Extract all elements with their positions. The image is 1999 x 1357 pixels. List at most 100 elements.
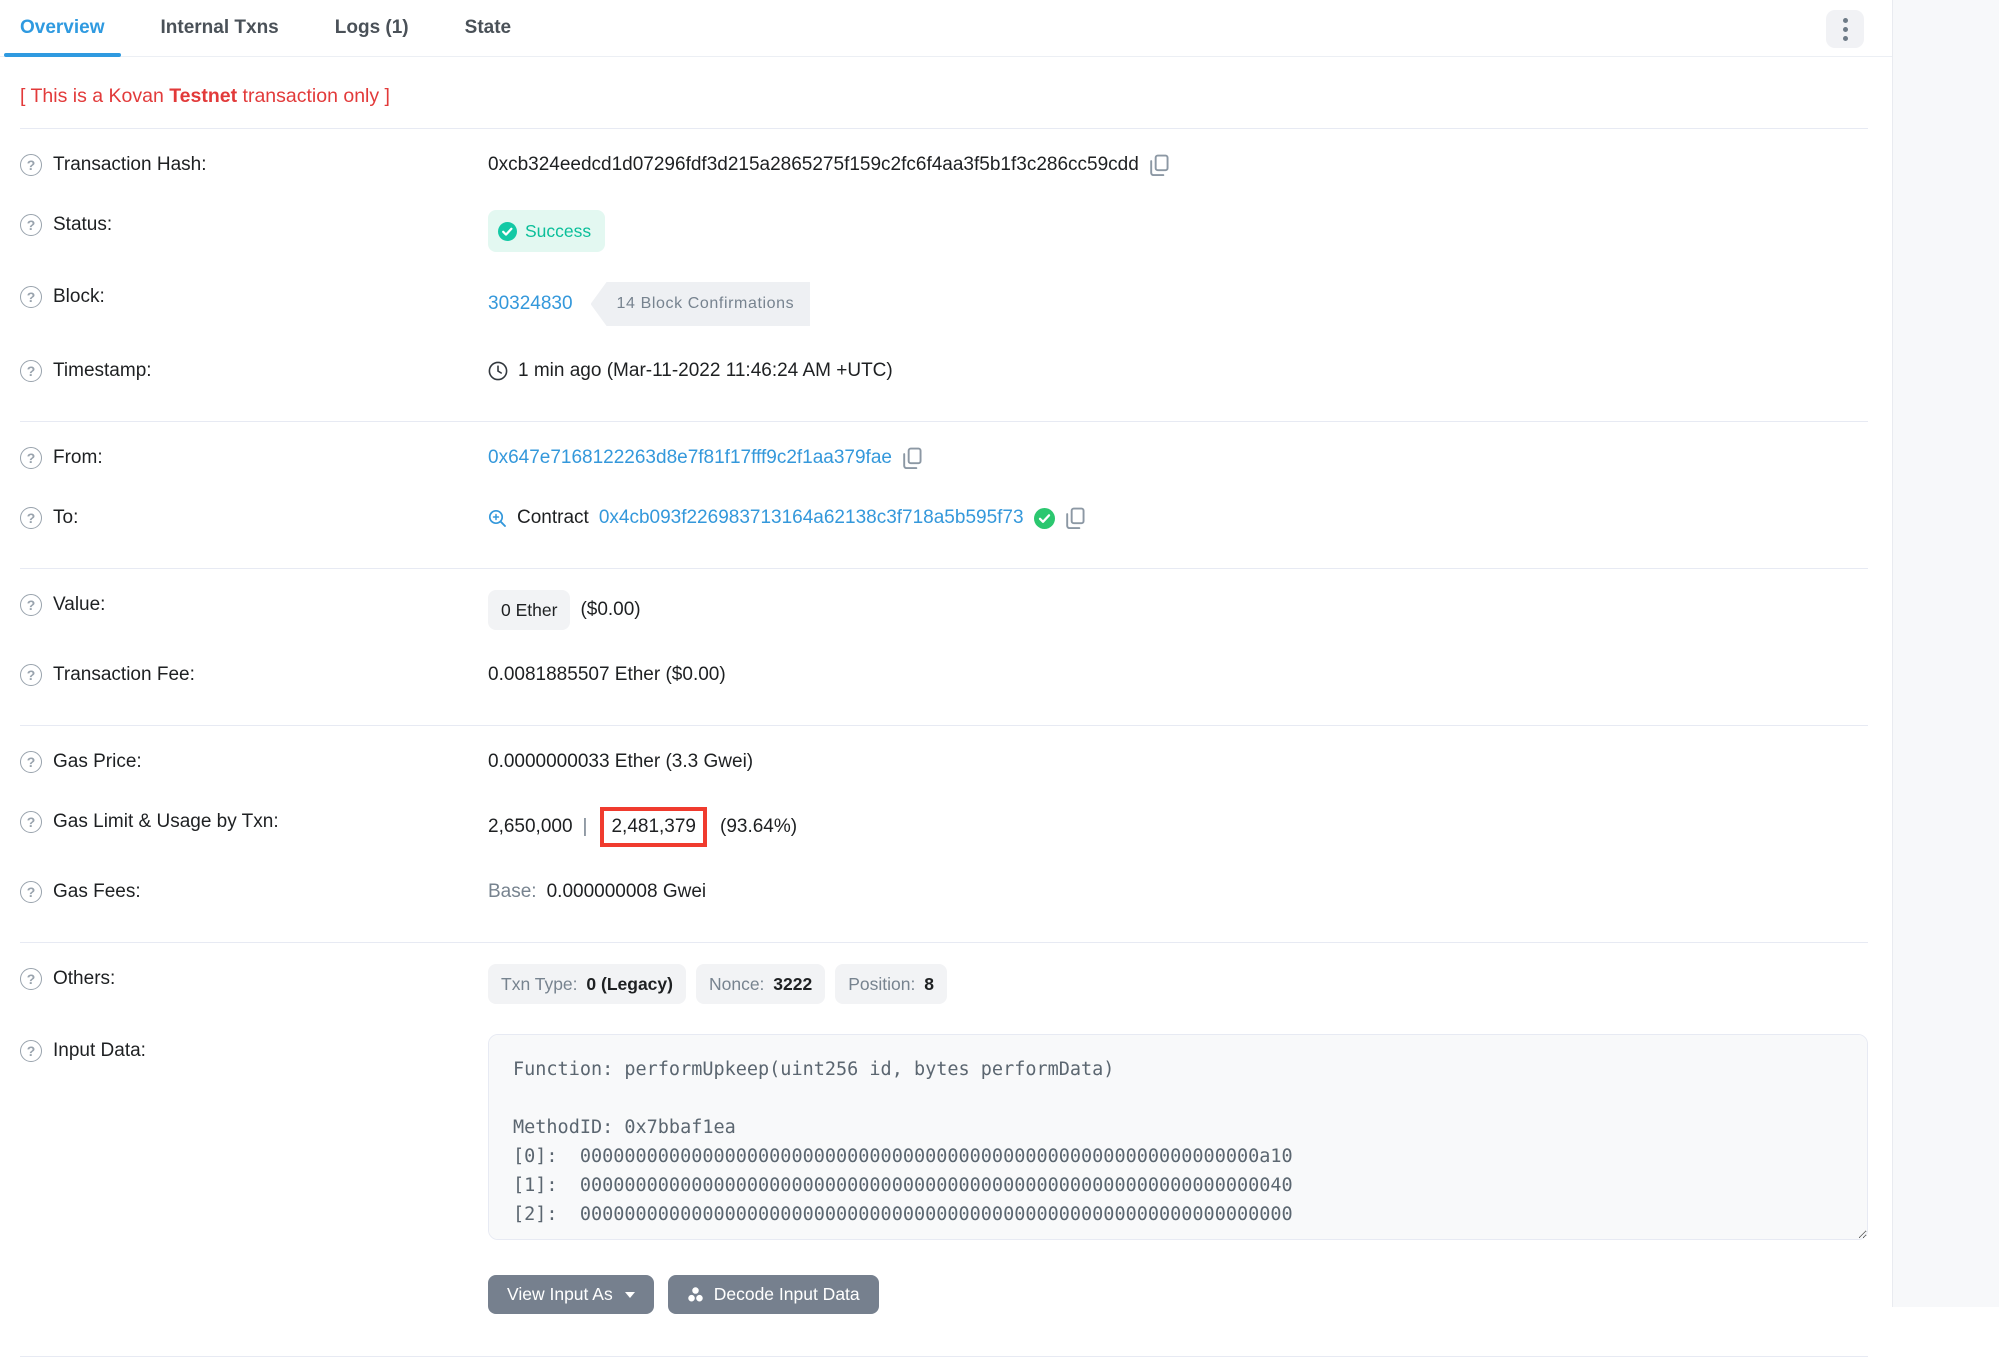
help-icon[interactable]: ? — [20, 968, 42, 990]
page-background-strip — [1892, 0, 1999, 1307]
to-address-link[interactable]: 0x4cb093f226983713164a62138c3f718a5b595f… — [599, 503, 1024, 533]
verified-check-icon — [1034, 508, 1055, 529]
status-value: Success — [525, 216, 591, 246]
from-address-link[interactable]: 0x647e7168122263d8e7f81f17fff9c2f1aa379f… — [488, 443, 892, 473]
kebab-dot — [1843, 18, 1848, 23]
help-icon[interactable]: ? — [20, 811, 42, 833]
row-from: ? From: 0x647e7168122263d8e7f81f17fff9c2… — [20, 428, 1868, 488]
decode-input-data-button[interactable]: Decode Input Data — [668, 1275, 879, 1314]
transaction-hash-label-group: ? Transaction Hash: — [20, 150, 488, 180]
help-icon[interactable]: ? — [20, 1040, 42, 1062]
position-label: Position: — [848, 974, 915, 994]
others-label: Others: — [53, 964, 115, 994]
usd-value: ($0.00) — [580, 595, 640, 625]
tab-state[interactable]: State — [449, 0, 527, 56]
help-icon[interactable]: ? — [20, 881, 42, 903]
tab-overview[interactable]: Overview — [4, 0, 121, 56]
to-type-label: Contract — [517, 503, 589, 533]
row-transaction-fee: ? Transaction Fee: 0.0081885507 Ether ($… — [20, 645, 1868, 705]
input-data-textarea[interactable]: Function: performUpkeep(uint256 id, byte… — [488, 1034, 1868, 1240]
testnet-warning-bold: Testnet — [169, 85, 237, 107]
help-icon[interactable]: ? — [20, 594, 42, 616]
nonce-label: Nonce: — [709, 974, 764, 994]
gas-price-label: Gas Price: — [53, 747, 142, 777]
gas-price-value: 0.0000000033 Ether (3.3 Gwei) — [488, 747, 753, 777]
gas-limit-label-group: ? Gas Limit & Usage by Txn: — [20, 807, 488, 837]
to-label-group: ? To: — [20, 503, 488, 533]
gas-used-highlight-box: 2,481,379 — [600, 807, 707, 847]
row-input-data: ? Input Data: Function: performUpkeep(ui… — [20, 1019, 1868, 1255]
testnet-warning-prefix: [ This is a Kovan — [20, 85, 169, 107]
block-number-link[interactable]: 30324830 — [488, 289, 573, 319]
timestamp-value: 1 min ago (Mar-11-2022 11:46:24 AM +UTC) — [518, 356, 893, 386]
row-others: ? Others: Txn Type: 0 (Legacy) Nonce: 32… — [20, 949, 1868, 1019]
help-icon[interactable]: ? — [20, 751, 42, 773]
help-icon[interactable]: ? — [20, 154, 42, 176]
block-label-group: ? Block: — [20, 282, 488, 312]
row-to: ? To: Contract 0x4cb093f226983713164a621… — [20, 488, 1868, 548]
value-label: Value: — [53, 590, 105, 620]
status-label-group: ? Status: — [20, 210, 488, 240]
timestamp-label: Timestamp: — [53, 356, 152, 386]
txn-type-label: Txn Type: — [501, 974, 578, 994]
copy-icon[interactable] — [1065, 507, 1086, 530]
block-confirmations-badge: 14 Block Confirmations — [591, 282, 811, 326]
help-icon[interactable]: ? — [20, 507, 42, 529]
transaction-fee-label: Transaction Fee: — [53, 660, 195, 690]
copy-icon[interactable] — [1149, 154, 1170, 177]
transaction-detail-card: Overview Internal Txns Logs (1) State [ … — [0, 0, 1892, 1307]
magnifier-icon[interactable] — [488, 509, 507, 528]
view-input-as-button[interactable]: View Input As — [488, 1275, 654, 1314]
gas-used-value: 2,481,379 — [611, 816, 696, 837]
decode-input-data-label: Decode Input Data — [714, 1284, 860, 1305]
kebab-dot — [1843, 36, 1848, 41]
divider — [20, 568, 1868, 569]
gas-fees-label-group: ? Gas Fees: — [20, 877, 488, 907]
transaction-fee-value: 0.0081885507 Ether ($0.00) — [488, 660, 726, 690]
row-value: ? Value: 0 Ether ($0.00) — [20, 575, 1868, 645]
position-badge: Position: 8 — [835, 964, 947, 1004]
kebab-dot — [1843, 27, 1848, 32]
row-status: ? Status: Success — [20, 195, 1868, 267]
divider — [20, 421, 1868, 422]
ether-value-badge: 0 Ether — [488, 590, 570, 630]
divider — [20, 942, 1868, 943]
copy-icon[interactable] — [902, 447, 923, 470]
transaction-hash-label: Transaction Hash: — [53, 150, 206, 180]
from-label-group: ? From: — [20, 443, 488, 473]
nonce-value: 3222 — [773, 974, 812, 994]
more-options-button[interactable] — [1826, 10, 1864, 48]
txn-type-value: 0 (Legacy) — [586, 974, 673, 994]
tab-internal-txns[interactable]: Internal Txns — [145, 0, 295, 56]
help-icon[interactable]: ? — [20, 214, 42, 236]
view-input-as-label: View Input As — [507, 1284, 613, 1305]
clock-icon — [488, 361, 508, 381]
gas-fees-base-label: Base: — [488, 877, 537, 907]
tab-bar: Overview Internal Txns Logs (1) State — [0, 0, 1892, 57]
gas-limit-value: 2,650,000 — [488, 812, 573, 842]
tab-logs[interactable]: Logs (1) — [319, 0, 425, 56]
value-label-group: ? Value: — [20, 590, 488, 620]
testnet-warning: [ This is a Kovan Testnet transaction on… — [20, 85, 1868, 108]
input-data-label-group: ? Input Data: — [20, 1036, 488, 1066]
row-gas-fees: ? Gas Fees: Base: 0.000000008 Gwei — [20, 862, 1868, 922]
row-block: ? Block: 30324830 14 Block Confirmations — [20, 267, 1868, 341]
help-icon[interactable]: ? — [20, 447, 42, 469]
transaction-fee-label-group: ? Transaction Fee: — [20, 660, 488, 690]
block-label: Block: — [53, 282, 105, 312]
gas-limit-label: Gas Limit & Usage by Txn: — [53, 807, 279, 837]
help-icon[interactable]: ? — [20, 664, 42, 686]
gas-fees-base-value: 0.000000008 Gwei — [547, 877, 707, 907]
status-badge: Success — [488, 210, 605, 252]
row-gas-limit-usage: ? Gas Limit & Usage by Txn: 2,650,000 | … — [20, 792, 1868, 862]
row-timestamp: ? Timestamp: 1 min ago (Mar-11-2022 11:4… — [20, 341, 1868, 401]
help-icon[interactable]: ? — [20, 360, 42, 382]
nonce-badge: Nonce: 3222 — [696, 964, 825, 1004]
gas-separator: | — [583, 812, 588, 842]
testnet-warning-suffix: transaction only ] — [237, 85, 390, 107]
to-label: To: — [53, 503, 78, 533]
transaction-hash-value: 0xcb324eedcd1d07296fdf3d215a2865275f159c… — [488, 150, 1139, 180]
divider — [20, 128, 1868, 129]
help-icon[interactable]: ? — [20, 286, 42, 308]
decode-icon — [687, 1286, 704, 1303]
